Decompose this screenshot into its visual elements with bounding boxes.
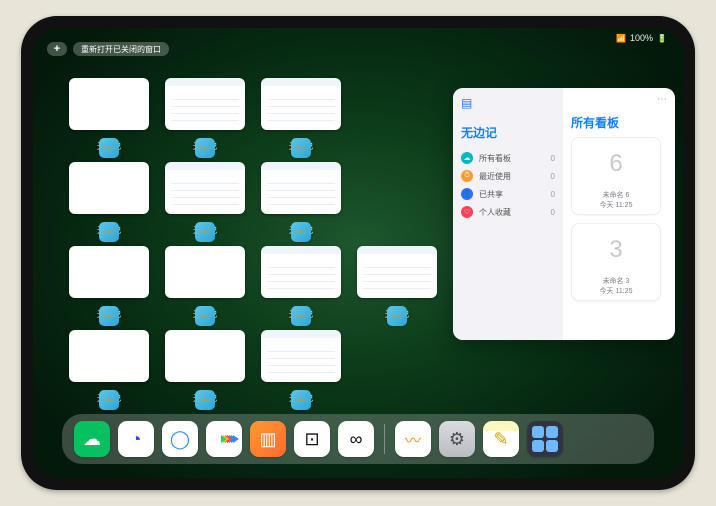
freeform-icon: [195, 222, 215, 242]
wifi-icon: [616, 33, 626, 43]
sidebar-category[interactable]: ⏱ 最近使用 0: [461, 167, 555, 185]
app-thumbnail[interactable]: 无边记: [69, 246, 149, 318]
freeform-icon: [99, 306, 119, 326]
category-label: 个人收藏: [479, 207, 511, 218]
freeform-title: 无边记: [461, 124, 555, 141]
sidebar-category[interactable]: 👤 已共享 0: [461, 185, 555, 203]
dock-app-folder[interactable]: [527, 421, 563, 457]
app-thumbnail-window: [69, 162, 149, 214]
dock-app-settings[interactable]: ⚙: [439, 421, 475, 457]
sidebar-category[interactable]: ♡ 个人收藏 0: [461, 203, 555, 221]
dock-app-huya[interactable]: ◔: [118, 421, 154, 457]
app-thumbnail[interactable]: 无边记: [261, 246, 341, 318]
freeform-icon: [405, 427, 421, 451]
app-thumbnail-window: [261, 78, 341, 130]
iqiyi-icon: [221, 435, 227, 443]
app-thumbnail[interactable]: 无边记: [165, 330, 245, 402]
app-thumbnail[interactable]: 无边记: [261, 162, 341, 234]
app-thumbnail-window: [165, 246, 245, 298]
boards-pane-title: 所有看板: [571, 114, 667, 131]
freeform-icon: [99, 222, 119, 242]
freeform-icon: [291, 390, 311, 410]
category-icon: ⏱: [461, 170, 473, 182]
app-thumbnail-window: [69, 78, 149, 130]
freeform-panel: ▤ 无边记 ☁ 所有看板 0⏱ 最近使用 0👤 已共享 0♡ 个人收藏 0 ⋯ …: [453, 88, 675, 340]
app-folder-icon: [532, 426, 558, 452]
board-card[interactable]: 6 未命名 6今天 11:25: [571, 137, 661, 215]
category-label: 最近使用: [479, 171, 511, 182]
freeform-sidebar: ▤ 无边记 ☁ 所有看板 0⏱ 最近使用 0👤 已共享 0♡ 个人收藏 0: [453, 88, 563, 340]
dock-app-wechat[interactable]: ☁: [74, 421, 110, 457]
freeform-boards-pane: ⋯ 所有看板 6 未命名 6今天 11:25 3 未命名 3今天 11:25: [563, 88, 675, 340]
app-thumbnail[interactable]: 无边记: [165, 162, 245, 234]
board-card[interactable]: 3 未命名 3今天 11:25: [571, 223, 661, 301]
dock-app-books[interactable]: ▥: [250, 421, 286, 457]
app-thumbnail-window: [165, 78, 245, 130]
dock-app-reader[interactable]: ⊡: [294, 421, 330, 457]
freeform-icon: [195, 390, 215, 410]
freeform-icon: [99, 138, 119, 158]
battery-icon: [657, 33, 667, 43]
sidebar-toggle-icon[interactable]: ▤: [461, 96, 475, 110]
freeform-icon: [195, 306, 215, 326]
dock: ☁◔◯ ▥⊡∞ ⚙✎: [62, 414, 654, 464]
category-icon: 👤: [461, 188, 473, 200]
category-count: 0: [551, 172, 555, 181]
category-count: 0: [551, 208, 555, 217]
board-meta: 未命名 6今天 11:25: [600, 190, 633, 214]
app-thumbnail-window: [165, 330, 245, 382]
app-thumbnail[interactable]: 无边记: [69, 162, 149, 234]
ipad-device: 100% + 重新打开已关闭的窗口 无边记无边记无边记无边记无边记无边记无边记无…: [21, 16, 695, 490]
ipad-screen: 100% + 重新打开已关闭的窗口 无边记无边记无边记无边记无边记无边记无边记无…: [33, 28, 683, 478]
category-count: 0: [551, 154, 555, 163]
app-thumbnail[interactable]: 无边记: [165, 246, 245, 318]
battery-percent: 100%: [630, 33, 653, 43]
board-preview: 3: [609, 224, 622, 276]
app-thumbnail-window: [165, 162, 245, 214]
reopen-closed-window-button[interactable]: 重新打开已关闭的窗口: [73, 42, 169, 56]
dock-app-notes[interactable]: ✎: [483, 421, 519, 457]
app-thumbnail-window: [261, 246, 341, 298]
category-label: 已共享: [479, 189, 503, 200]
app-thumbnail-window: [69, 330, 149, 382]
dock-app-migu[interactable]: ∞: [338, 421, 374, 457]
category-icon: ☁: [461, 152, 473, 164]
app-thumbnail[interactable]: 无边记: [357, 246, 437, 318]
dock-app-iqiyi[interactable]: [206, 421, 242, 457]
dock-app-freeform[interactable]: [395, 421, 431, 457]
app-thumbnail[interactable]: 无边记: [69, 330, 149, 402]
app-thumbnail-window: [357, 246, 437, 298]
new-window-button[interactable]: +: [47, 42, 67, 56]
more-menu-icon[interactable]: ⋯: [571, 96, 667, 104]
category-icon: ♡: [461, 206, 473, 218]
freeform-icon: [291, 138, 311, 158]
app-thumbnail[interactable]: 无边记: [165, 78, 245, 150]
category-label: 所有看板: [479, 153, 511, 164]
app-thumbnail[interactable]: 无边记: [69, 78, 149, 150]
sidebar-category[interactable]: ☁ 所有看板 0: [461, 149, 555, 167]
category-count: 0: [551, 190, 555, 199]
freeform-icon: [99, 390, 119, 410]
app-thumbnail-window: [261, 330, 341, 382]
top-left-controls: + 重新打开已关闭的窗口: [47, 42, 169, 56]
freeform-icon: [291, 222, 311, 242]
app-thumbnail[interactable]: 无边记: [261, 78, 341, 150]
freeform-icon: [387, 306, 407, 326]
dock-app-qbrowse[interactable]: ◯: [162, 421, 198, 457]
status-bar: 100%: [616, 33, 667, 43]
freeform-icon: [195, 138, 215, 158]
app-thumbnail-window: [261, 162, 341, 214]
board-preview: 6: [609, 138, 622, 190]
app-thumbnail[interactable]: 无边记: [261, 330, 341, 402]
board-meta: 未命名 3今天 11:25: [600, 276, 633, 300]
app-switcher-grid: 无边记无边记无边记无边记无边记无边记无边记无边记无边记无边记无边记无边记无边记: [69, 78, 437, 402]
dock-divider: [384, 424, 385, 454]
app-thumbnail-window: [69, 246, 149, 298]
freeform-icon: [291, 306, 311, 326]
